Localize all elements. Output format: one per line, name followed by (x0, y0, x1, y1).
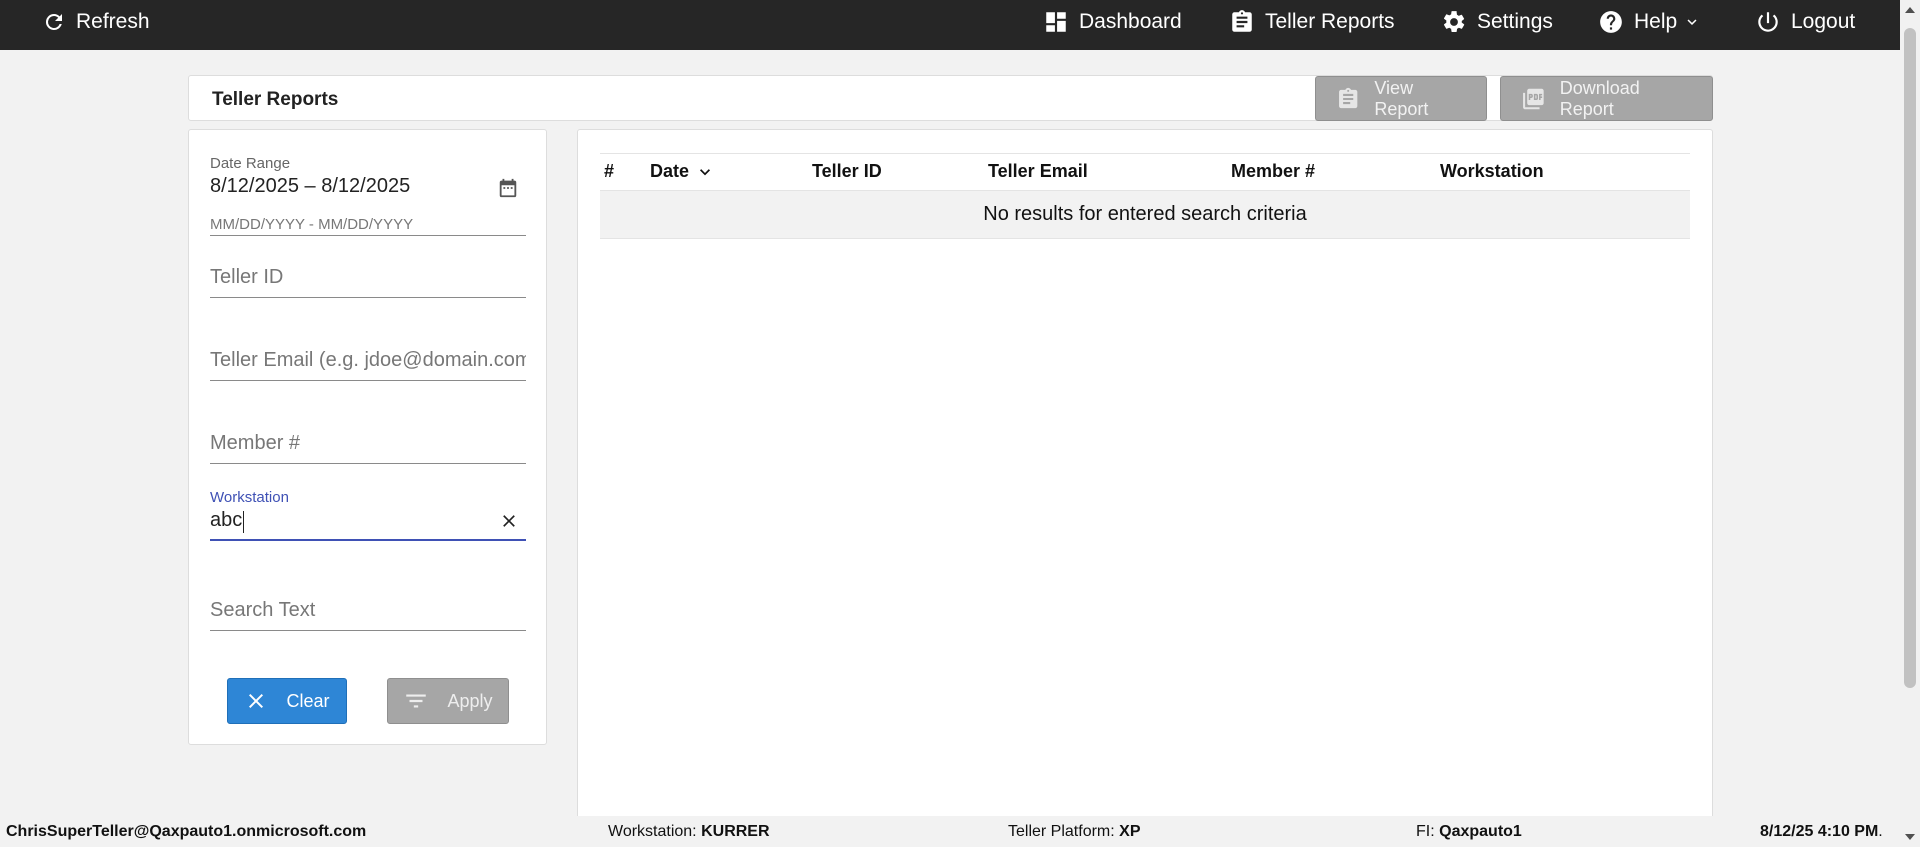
view-report-button[interactable]: View Report (1315, 76, 1487, 121)
status-user-value: ChrisSuperTeller@Qaxpauto1.onmicrosoft.c… (6, 823, 367, 840)
gear-icon (1443, 11, 1465, 32)
download-report-button[interactable]: Download Report (1500, 76, 1713, 121)
nav-help[interactable]: Help (1598, 0, 1701, 44)
empty-results-row: No results for entered search criteria (600, 191, 1690, 239)
top-nav-bar: Refresh Dashboard Teller Reports Setting… (0, 0, 1900, 50)
view-report-label: View Report (1374, 77, 1429, 119)
apply-label: Apply (447, 690, 493, 711)
refresh-icon (45, 13, 62, 30)
text-cursor (243, 511, 244, 533)
refresh-label: Refresh (76, 10, 150, 33)
status-fi-value: Qaxpauto1 (1439, 823, 1522, 840)
table-header: # Date Teller ID Teller Email Member # W… (600, 153, 1690, 191)
status-platform-value: XP (1119, 823, 1141, 840)
teller-id-field[interactable]: Teller ID (210, 258, 526, 298)
status-fi: FI: Qaxpauto1 (1416, 823, 1522, 841)
calendar-icon[interactable] (497, 177, 519, 199)
status-workstation-value: KURRER (701, 823, 770, 840)
column-header-member[interactable]: Member # (1231, 161, 1315, 182)
nav-logout[interactable]: Logout (1755, 0, 1855, 44)
workstation-underline (210, 539, 526, 541)
apply-button[interactable]: Apply (387, 678, 509, 724)
status-platform: Teller Platform: XP (1008, 823, 1141, 841)
date-range-underline (210, 235, 526, 236)
status-platform-label: Teller Platform: (1008, 823, 1115, 840)
results-panel: # Date Teller ID Teller Email Member # W… (577, 129, 1713, 819)
workstation-input[interactable]: abc (210, 509, 242, 532)
clear-label: Clear (286, 690, 330, 711)
dashboard-icon (1046, 12, 1066, 32)
teller-email-placeholder: Teller Email (e.g. jdoe@domain.com) (210, 349, 526, 371)
download-report-label: Download Report (1559, 77, 1640, 119)
member-number-placeholder: Member # (210, 432, 301, 454)
scrollbar-thumb[interactable] (1904, 28, 1916, 688)
date-range-value: 8/12/2025 – 8/12/2025 (210, 175, 411, 197)
vertical-scrollbar[interactable] (1900, 0, 1920, 847)
status-workstation: Workstation: KURRER (608, 823, 770, 841)
search-text-field[interactable]: Search Text (210, 591, 526, 631)
column-header-teller-email[interactable]: Teller Email (988, 161, 1088, 182)
nav-teller-reports-label: Teller Reports (1265, 10, 1395, 33)
teller-email-underline (210, 380, 526, 381)
nav-settings[interactable]: Settings (1441, 0, 1553, 44)
nav-dashboard[interactable]: Dashboard (1043, 0, 1182, 44)
search-text-underline (210, 630, 526, 631)
column-header-date-label: Date (650, 161, 690, 181)
teller-id-placeholder: Teller ID (210, 266, 284, 288)
nav-help-label: Help (1634, 10, 1678, 33)
member-number-field[interactable]: Member # (210, 424, 526, 464)
status-workstation-label: Workstation: (608, 823, 697, 840)
scroll-up-arrow-icon[interactable] (1904, 4, 1916, 16)
close-icon (249, 694, 264, 708)
status-fi-label: FI: (1416, 823, 1435, 840)
nav-teller-reports[interactable]: Teller Reports (1229, 0, 1395, 44)
filter-icon (406, 694, 427, 708)
status-datetime-suffix: . (1878, 823, 1883, 840)
pdf-icon (1523, 88, 1544, 109)
workstation-label: Workstation (210, 489, 289, 506)
power-icon (1758, 12, 1778, 32)
date-range-field[interactable]: Date Range 8/12/2025 – 8/12/2025 (210, 155, 526, 236)
status-datetime: 8/12/25 4:10 PM. (1760, 823, 1883, 841)
column-header-date[interactable]: Date (650, 161, 715, 182)
sort-desc-icon (700, 168, 711, 175)
search-text-placeholder: Search Text (210, 599, 316, 621)
filter-panel: Date Range 8/12/2025 – 8/12/2025 MM/DD/Y… (188, 129, 547, 745)
chevron-down-icon (1687, 19, 1697, 25)
nav-dashboard-label: Dashboard (1079, 10, 1182, 33)
column-header-teller-id[interactable]: Teller ID (812, 161, 882, 182)
status-bar: ChrisSuperTeller@Qaxpauto1.onmicrosoft.c… (0, 816, 1900, 847)
date-range-label: Date Range (210, 155, 291, 172)
member-number-underline (210, 463, 526, 464)
help-icon (1600, 11, 1622, 33)
page-title: Teller Reports (212, 89, 339, 110)
nav-logout-label: Logout (1791, 10, 1856, 33)
teller-email-field[interactable]: Teller Email (e.g. jdoe@domain.com) (210, 341, 526, 381)
scroll-down-arrow-icon[interactable] (1904, 831, 1916, 843)
workstation-field[interactable]: Workstation abc (210, 489, 526, 541)
refresh-button[interactable]: Refresh (42, 0, 150, 44)
column-header-number[interactable]: # (604, 161, 614, 182)
clear-button[interactable]: Clear (227, 678, 347, 724)
status-datetime-value: 8/12/25 4:10 PM (1760, 823, 1879, 840)
clipboard-icon (1232, 10, 1252, 32)
date-range-hint: MM/DD/YYYY - MM/DD/YYYY (210, 216, 414, 233)
status-user: ChrisSuperTeller@Qaxpauto1.onmicrosoft.c… (6, 823, 366, 841)
teller-id-underline (210, 297, 526, 298)
clipboard-icon (1339, 87, 1358, 108)
clear-input-icon[interactable] (499, 511, 519, 531)
column-header-workstation[interactable]: Workstation (1440, 161, 1544, 182)
nav-settings-label: Settings (1477, 10, 1553, 33)
